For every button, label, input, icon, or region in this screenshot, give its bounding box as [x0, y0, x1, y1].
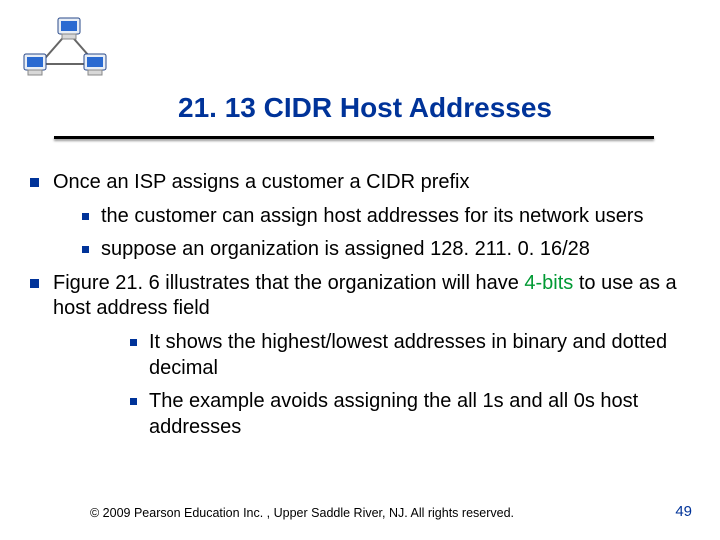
bullet-text: It shows the highest/lowest addresses in… — [149, 330, 690, 381]
slide-title: 21. 13 CIDR Host Addresses — [178, 92, 552, 124]
page-number: 49 — [675, 503, 692, 520]
square-bullet-icon — [130, 339, 137, 346]
bullet-text-prefix: Figure 21. 6 illustrates that the organi… — [53, 272, 524, 294]
list-item: It shows the highest/lowest addresses in… — [130, 330, 690, 381]
square-bullet-icon — [130, 398, 137, 405]
cidr-value: 128. 211. 0. 16/28 — [430, 238, 590, 260]
list-item: The example avoids assigning the all 1s … — [130, 389, 690, 440]
bullet-text: suppose an organization is assigned 128.… — [101, 237, 690, 263]
list-item: the customer can assign host addresses f… — [82, 204, 690, 230]
square-bullet-icon — [30, 279, 39, 288]
bullet-text: Figure 21. 6 illustrates that the organi… — [53, 271, 690, 322]
square-bullet-icon — [30, 178, 39, 187]
bullet-text: the customer can assign host addresses f… — [101, 204, 690, 230]
list-item: suppose an organization is assigned 128.… — [82, 237, 690, 263]
slide-body: Once an ISP assigns a customer a CIDR pr… — [30, 170, 690, 448]
highlight-green: 4-bits — [524, 272, 573, 294]
list-item: Figure 21. 6 illustrates that the organi… — [30, 271, 690, 322]
square-bullet-icon — [82, 213, 89, 220]
copyright-footer: © 2009 Pearson Education Inc. , Upper Sa… — [90, 506, 514, 520]
square-bullet-icon — [82, 246, 89, 253]
title-underline — [54, 136, 654, 139]
network-computers-icon — [18, 14, 118, 84]
list-item: Once an ISP assigns a customer a CIDR pr… — [30, 170, 690, 196]
bullet-text: The example avoids assigning the all 1s … — [149, 389, 690, 440]
bullet-text: Once an ISP assigns a customer a CIDR pr… — [53, 170, 690, 196]
bullet-text-prefix: suppose an organization is assigned — [101, 238, 430, 260]
